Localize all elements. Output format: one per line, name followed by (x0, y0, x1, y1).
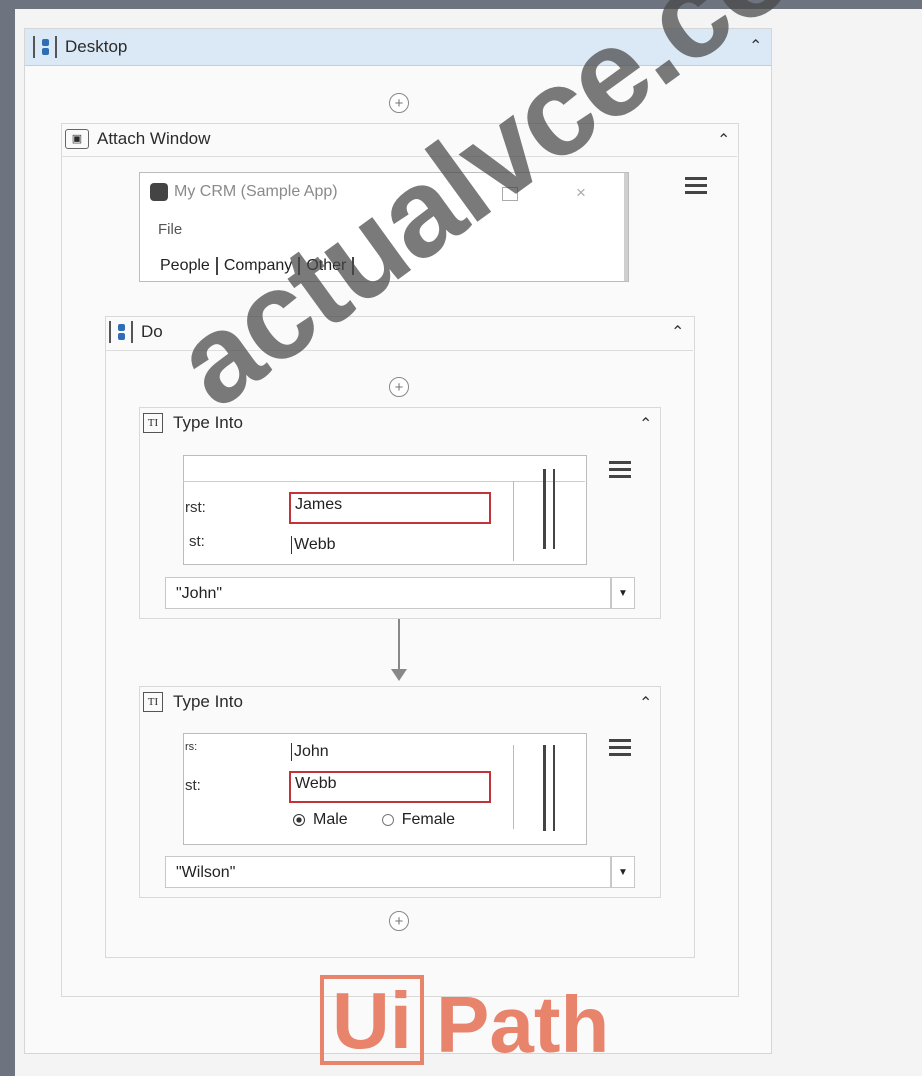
first-name-label: rs: (185, 741, 198, 753)
menu-icon[interactable] (609, 739, 631, 760)
menu-icon[interactable] (609, 461, 631, 482)
first-name-label: rst: (185, 499, 206, 516)
collapse-icon[interactable]: ⌃ (639, 417, 652, 433)
menu-icon[interactable] (685, 177, 707, 198)
dropdown-icon[interactable]: ▼ (611, 856, 635, 888)
scroll-lines (513, 745, 514, 829)
attach-window-title: Attach Window (97, 129, 211, 148)
radio-male-icon[interactable] (293, 814, 305, 826)
logo-ui: Ui (320, 975, 424, 1065)
dropdown-icon[interactable]: ▼ (611, 577, 635, 609)
radio-male-label: Male (313, 811, 348, 828)
uipath-logo: Ui Path (320, 975, 609, 1065)
add-activity-icon[interactable]: + (389, 93, 409, 113)
attach-window-header: ▣ Attach Window (65, 129, 210, 149)
text-input[interactable]: "John" (165, 577, 611, 609)
radio-female-icon[interactable] (381, 814, 394, 826)
gender-radios: Male Female (293, 811, 455, 829)
screenshot-divider (183, 481, 585, 482)
add-activity-icon[interactable]: + (389, 377, 409, 397)
type-into-title: Type Into (173, 692, 243, 711)
scroll-lines (543, 469, 546, 549)
attach-window-icon: ▣ (65, 129, 89, 149)
collapse-icon[interactable]: ⌃ (639, 696, 652, 712)
connector-arrow-icon (391, 669, 407, 681)
sequence-icon (33, 36, 57, 58)
desktop-title: Desktop (33, 36, 127, 58)
logo-path: Path (436, 980, 610, 1069)
type-into-icon: TI (143, 413, 163, 433)
scroll-lines (553, 745, 555, 831)
last-name-value: Webb (291, 536, 336, 554)
add-activity-icon[interactable]: + (389, 911, 409, 931)
type-into-icon: TI (143, 692, 163, 712)
last-name-field[interactable]: Webb (289, 771, 491, 803)
scroll-lines (513, 481, 514, 561)
text-input[interactable]: "Wilson" (165, 856, 611, 888)
collapse-icon[interactable]: ⌃ (671, 325, 684, 341)
last-name-label: st: (185, 777, 201, 794)
last-name-label: st: (189, 533, 205, 550)
sequence-icon (109, 321, 133, 343)
app-icon (150, 183, 168, 201)
app-title-bar: My CRM (Sample App) (150, 183, 338, 201)
first-name-field[interactable]: James (289, 492, 491, 524)
desktop-title-label: Desktop (65, 37, 128, 56)
scroll-lines (543, 745, 546, 831)
type-into-header: TI Type Into (143, 692, 243, 712)
app-menu-file: File (158, 221, 183, 238)
connector-line (398, 619, 400, 669)
tab-people: People (158, 257, 218, 275)
radio-female-label: Female (401, 811, 456, 828)
first-name-value: John (291, 743, 329, 761)
close-icon: × (576, 183, 586, 202)
scroll-lines (553, 469, 555, 549)
scrollbar (624, 173, 628, 281)
collapse-icon[interactable]: ⌃ (717, 133, 730, 149)
window-frame-left (0, 0, 15, 1076)
app-title: My CRM (Sample App) (174, 183, 338, 200)
